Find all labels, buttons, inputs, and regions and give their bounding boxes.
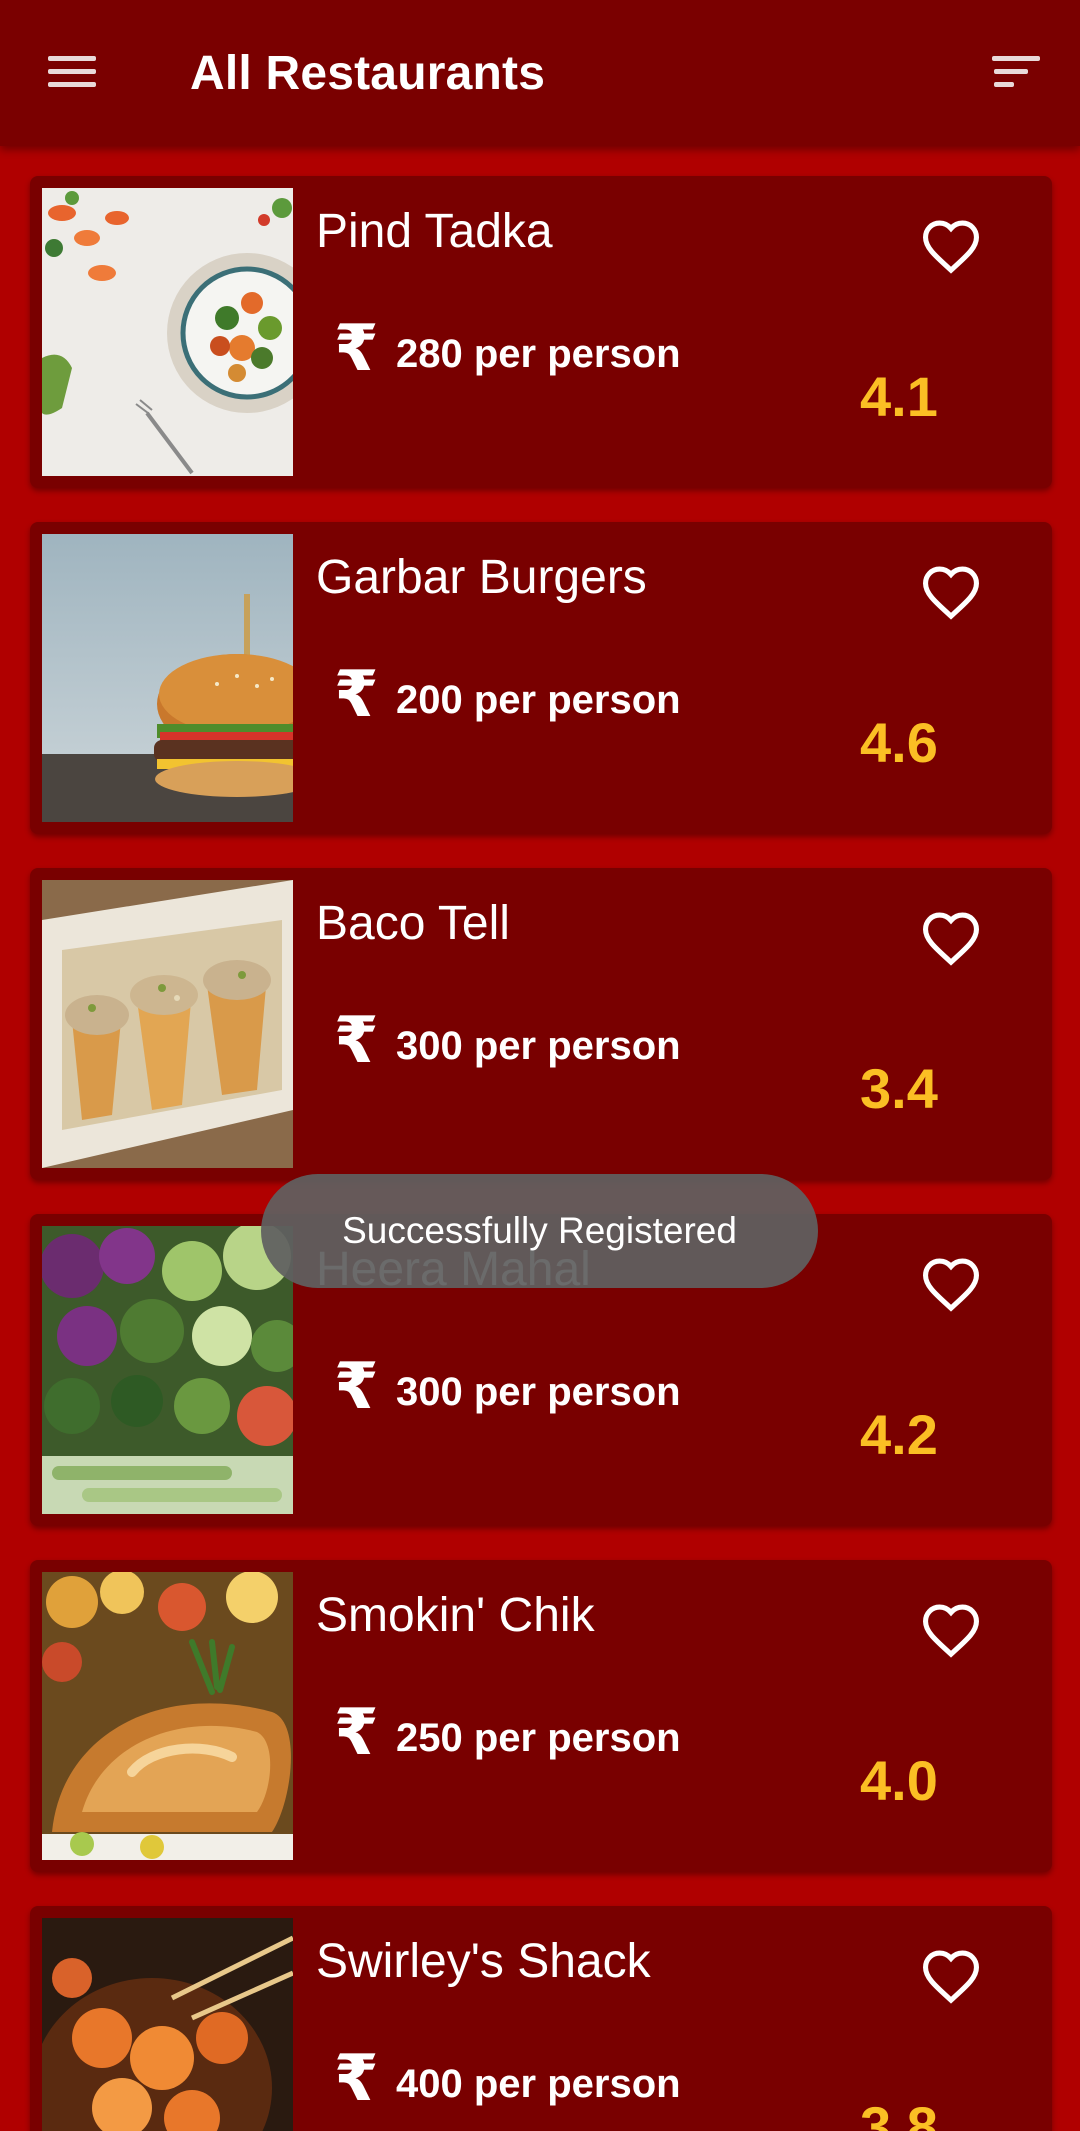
restaurant-price: 200 per person bbox=[396, 678, 681, 722]
restaurant-rating: 3.4 bbox=[860, 1057, 938, 1120]
rupee-icon: ₹ bbox=[334, 312, 379, 384]
restaurant-rating: 4.2 bbox=[860, 1403, 938, 1466]
restaurant-rating: 4.1 bbox=[860, 365, 938, 428]
app-bar: All Restaurants bbox=[0, 0, 1080, 146]
favorite-heart-icon[interactable] bbox=[920, 1948, 982, 2004]
restaurant-card[interactable]: Swirley's Shack ₹ 400 per person 3.8 bbox=[30, 1906, 1052, 2131]
restaurant-image bbox=[42, 880, 293, 1168]
rupee-icon: ₹ bbox=[334, 2042, 379, 2114]
restaurant-price: 400 per person bbox=[396, 2062, 681, 2106]
restaurant-price: 250 per person bbox=[396, 1716, 681, 1760]
restaurant-image bbox=[42, 534, 293, 822]
rupee-icon: ₹ bbox=[334, 1350, 379, 1422]
page-title: All Restaurants bbox=[190, 47, 546, 100]
favorite-heart-icon[interactable] bbox=[920, 218, 982, 274]
restaurant-name: Garbar Burgers bbox=[316, 551, 647, 604]
restaurant-card[interactable]: Baco Tell ₹ 300 per person 3.4 bbox=[30, 868, 1052, 1180]
restaurant-list[interactable]: Pind Tadka ₹ 280 per person 4.1 Garbar B… bbox=[0, 146, 1080, 2131]
favorite-heart-icon[interactable] bbox=[920, 910, 982, 966]
restaurant-price: 280 per person bbox=[396, 332, 681, 376]
restaurant-image bbox=[42, 1918, 293, 2131]
restaurant-name: Pind Tadka bbox=[316, 205, 553, 258]
restaurant-name: Smokin' Chik bbox=[316, 1589, 595, 1642]
restaurant-image bbox=[42, 188, 293, 476]
toast-message: Successfully Registered bbox=[261, 1174, 818, 1288]
restaurant-rating: 4.6 bbox=[860, 711, 938, 774]
hamburger-menu-icon[interactable] bbox=[44, 52, 100, 92]
favorite-heart-icon[interactable] bbox=[920, 564, 982, 620]
restaurant-rating: 3.8 bbox=[860, 2095, 938, 2131]
restaurant-card[interactable]: Pind Tadka ₹ 280 per person 4.1 bbox=[30, 176, 1052, 488]
restaurant-price: 300 per person bbox=[396, 1024, 681, 1068]
rupee-icon: ₹ bbox=[334, 1696, 379, 1768]
restaurant-price: 300 per person bbox=[396, 1370, 681, 1414]
restaurant-name: Baco Tell bbox=[316, 897, 510, 950]
sort-icon[interactable] bbox=[990, 52, 1044, 92]
restaurant-rating: 4.0 bbox=[860, 1749, 938, 1812]
restaurant-name: Swirley's Shack bbox=[316, 1935, 651, 1988]
restaurant-image bbox=[42, 1572, 293, 1860]
restaurant-image bbox=[42, 1226, 293, 1514]
restaurant-card[interactable]: Smokin' Chik ₹ 250 per person 4.0 bbox=[30, 1560, 1052, 1872]
restaurant-card[interactable]: Garbar Burgers ₹ 200 per person 4.6 bbox=[30, 522, 1052, 834]
favorite-heart-icon[interactable] bbox=[920, 1256, 982, 1312]
favorite-heart-icon[interactable] bbox=[920, 1602, 982, 1658]
rupee-icon: ₹ bbox=[334, 1004, 379, 1076]
rupee-icon: ₹ bbox=[334, 658, 379, 730]
